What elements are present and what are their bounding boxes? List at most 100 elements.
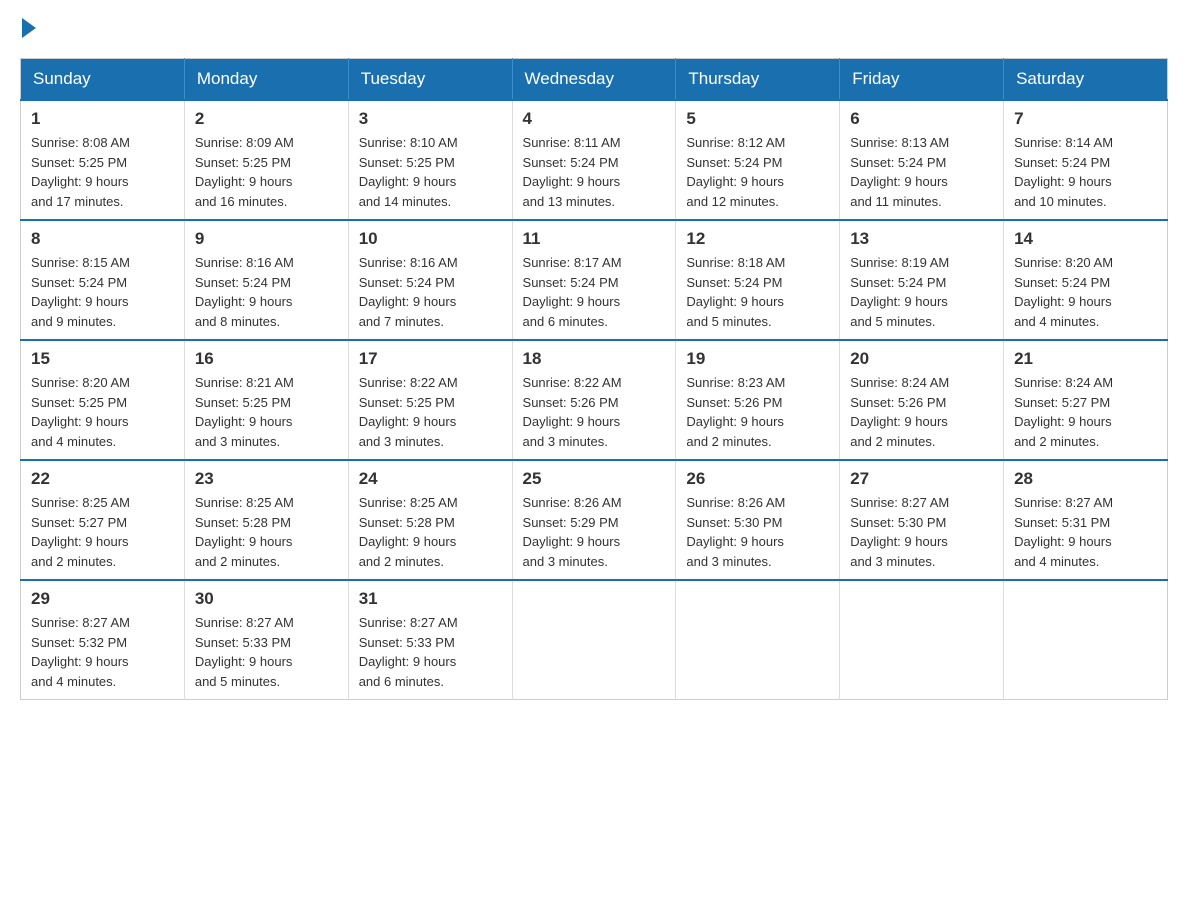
header-day-wednesday: Wednesday xyxy=(512,59,676,101)
calendar-day-cell: 20 Sunrise: 8:24 AMSunset: 5:26 PMDayligh… xyxy=(840,340,1004,460)
day-info: Sunrise: 8:15 AMSunset: 5:24 PMDaylight:… xyxy=(31,253,174,331)
day-info: Sunrise: 8:22 AMSunset: 5:25 PMDaylight:… xyxy=(359,373,502,451)
day-number: 27 xyxy=(850,469,993,489)
day-info: Sunrise: 8:27 AMSunset: 5:33 PMDaylight:… xyxy=(195,613,338,691)
calendar-table: SundayMondayTuesdayWednesdayThursdayFrid… xyxy=(20,58,1168,700)
calendar-day-cell: 7Sunrise: 8:14 AMSunset: 5:24 PMDaylight… xyxy=(1004,100,1168,220)
header-day-monday: Monday xyxy=(184,59,348,101)
day-info: Sunrise: 8:24 AMSunset: 5:27 PMDaylight:… xyxy=(1014,373,1157,451)
day-info: Sunrise: 8:22 AMSunset: 5:26 PMDaylight:… xyxy=(523,373,666,451)
calendar-day-cell: 3 Sunrise: 8:10 AMSunset: 5:25 PMDaylight… xyxy=(348,100,512,220)
day-number: 18 xyxy=(523,349,666,369)
calendar-week-row: 29Sunrise: 8:27 AMSunset: 5:32 PMDayligh… xyxy=(21,580,1168,700)
day-number: 22 xyxy=(31,469,174,489)
day-info: Sunrise: 8:17 AMSunset: 5:24 PMDaylight:… xyxy=(523,253,666,331)
day-number: 31 xyxy=(359,589,502,609)
day-number: 8 xyxy=(31,229,174,249)
header-day-thursday: Thursday xyxy=(676,59,840,101)
day-info: Sunrise: 8:12 AMSunset: 5:24 PMDaylight:… xyxy=(686,133,829,211)
day-number: 4 xyxy=(523,109,666,129)
calendar-day-cell: 6Sunrise: 8:13 AMSunset: 5:24 PMDaylight… xyxy=(840,100,1004,220)
calendar-day-cell xyxy=(840,580,1004,700)
day-info: Sunrise: 8:25 AMSunset: 5:27 PMDaylight:… xyxy=(31,493,174,571)
calendar-day-cell: 18 Sunrise: 8:22 AMSunset: 5:26 PMDayligh… xyxy=(512,340,676,460)
calendar-day-cell: 1Sunrise: 8:08 AMSunset: 5:25 PMDaylight… xyxy=(21,100,185,220)
day-number: 24 xyxy=(359,469,502,489)
calendar-day-cell: 14 Sunrise: 8:20 AMSunset: 5:24 PMDayligh… xyxy=(1004,220,1168,340)
calendar-day-cell: 31 Sunrise: 8:27 AMSunset: 5:33 PMDayligh… xyxy=(348,580,512,700)
calendar-day-cell xyxy=(512,580,676,700)
calendar-day-cell: 4Sunrise: 8:11 AMSunset: 5:24 PMDaylight… xyxy=(512,100,676,220)
calendar-day-cell: 5 Sunrise: 8:12 AMSunset: 5:24 PMDaylight… xyxy=(676,100,840,220)
day-number: 7 xyxy=(1014,109,1157,129)
calendar-day-cell: 19 Sunrise: 8:23 AMSunset: 5:26 PMDayligh… xyxy=(676,340,840,460)
logo-blue-container xyxy=(20,20,36,38)
day-number: 12 xyxy=(686,229,829,249)
day-number: 16 xyxy=(195,349,338,369)
calendar-day-cell: 28 Sunrise: 8:27 AMSunset: 5:31 PMDayligh… xyxy=(1004,460,1168,580)
calendar-day-cell: 10 Sunrise: 8:16 AMSunset: 5:24 PMDayligh… xyxy=(348,220,512,340)
day-number: 26 xyxy=(686,469,829,489)
day-number: 30 xyxy=(195,589,338,609)
calendar-day-cell: 12 Sunrise: 8:18 AMSunset: 5:24 PMDayligh… xyxy=(676,220,840,340)
calendar-day-cell: 15 Sunrise: 8:20 AMSunset: 5:25 PMDayligh… xyxy=(21,340,185,460)
calendar-day-cell: 11Sunrise: 8:17 AMSunset: 5:24 PMDayligh… xyxy=(512,220,676,340)
day-info: Sunrise: 8:24 AMSunset: 5:26 PMDaylight:… xyxy=(850,373,993,451)
day-number: 6 xyxy=(850,109,993,129)
header-day-sunday: Sunday xyxy=(21,59,185,101)
calendar-day-cell: 16 Sunrise: 8:21 AMSunset: 5:25 PMDayligh… xyxy=(184,340,348,460)
day-number: 28 xyxy=(1014,469,1157,489)
day-number: 1 xyxy=(31,109,174,129)
calendar-day-cell: 2 Sunrise: 8:09 AMSunset: 5:25 PMDaylight… xyxy=(184,100,348,220)
day-info: Sunrise: 8:09 AMSunset: 5:25 PMDaylight:… xyxy=(195,133,338,211)
day-number: 9 xyxy=(195,229,338,249)
calendar-day-cell: 24 Sunrise: 8:25 AMSunset: 5:28 PMDayligh… xyxy=(348,460,512,580)
calendar-day-cell: 9 Sunrise: 8:16 AMSunset: 5:24 PMDaylight… xyxy=(184,220,348,340)
day-number: 21 xyxy=(1014,349,1157,369)
day-info: Sunrise: 8:10 AMSunset: 5:25 PMDaylight:… xyxy=(359,133,502,211)
day-number: 15 xyxy=(31,349,174,369)
logo xyxy=(20,20,36,38)
day-info: Sunrise: 8:16 AMSunset: 5:24 PMDaylight:… xyxy=(195,253,338,331)
calendar-day-cell: 26Sunrise: 8:26 AMSunset: 5:30 PMDayligh… xyxy=(676,460,840,580)
calendar-day-cell: 22 Sunrise: 8:25 AMSunset: 5:27 PMDayligh… xyxy=(21,460,185,580)
calendar-week-row: 1Sunrise: 8:08 AMSunset: 5:25 PMDaylight… xyxy=(21,100,1168,220)
day-number: 2 xyxy=(195,109,338,129)
day-info: Sunrise: 8:16 AMSunset: 5:24 PMDaylight:… xyxy=(359,253,502,331)
day-number: 23 xyxy=(195,469,338,489)
day-info: Sunrise: 8:20 AMSunset: 5:25 PMDaylight:… xyxy=(31,373,174,451)
logo-arrow-icon xyxy=(22,18,36,38)
day-number: 25 xyxy=(523,469,666,489)
day-number: 10 xyxy=(359,229,502,249)
day-info: Sunrise: 8:27 AMSunset: 5:30 PMDaylight:… xyxy=(850,493,993,571)
day-number: 5 xyxy=(686,109,829,129)
calendar-day-cell: 30 Sunrise: 8:27 AMSunset: 5:33 PMDayligh… xyxy=(184,580,348,700)
calendar-day-cell xyxy=(1004,580,1168,700)
day-number: 17 xyxy=(359,349,502,369)
day-info: Sunrise: 8:27 AMSunset: 5:32 PMDaylight:… xyxy=(31,613,174,691)
day-number: 14 xyxy=(1014,229,1157,249)
day-info: Sunrise: 8:27 AMSunset: 5:31 PMDaylight:… xyxy=(1014,493,1157,571)
header-day-saturday: Saturday xyxy=(1004,59,1168,101)
page-header xyxy=(20,20,1168,38)
header-day-friday: Friday xyxy=(840,59,1004,101)
day-info: Sunrise: 8:23 AMSunset: 5:26 PMDaylight:… xyxy=(686,373,829,451)
day-info: Sunrise: 8:18 AMSunset: 5:24 PMDaylight:… xyxy=(686,253,829,331)
calendar-week-row: 22 Sunrise: 8:25 AMSunset: 5:27 PMDayligh… xyxy=(21,460,1168,580)
day-info: Sunrise: 8:27 AMSunset: 5:33 PMDaylight:… xyxy=(359,613,502,691)
day-info: Sunrise: 8:20 AMSunset: 5:24 PMDaylight:… xyxy=(1014,253,1157,331)
calendar-day-cell xyxy=(676,580,840,700)
calendar-day-cell: 8 Sunrise: 8:15 AMSunset: 5:24 PMDaylight… xyxy=(21,220,185,340)
header-day-tuesday: Tuesday xyxy=(348,59,512,101)
day-number: 19 xyxy=(686,349,829,369)
day-info: Sunrise: 8:25 AMSunset: 5:28 PMDaylight:… xyxy=(195,493,338,571)
day-number: 13 xyxy=(850,229,993,249)
calendar-day-cell: 17 Sunrise: 8:22 AMSunset: 5:25 PMDayligh… xyxy=(348,340,512,460)
calendar-day-cell: 21 Sunrise: 8:24 AMSunset: 5:27 PMDayligh… xyxy=(1004,340,1168,460)
day-number: 3 xyxy=(359,109,502,129)
day-info: Sunrise: 8:25 AMSunset: 5:28 PMDaylight:… xyxy=(359,493,502,571)
calendar-day-cell: 13Sunrise: 8:19 AMSunset: 5:24 PMDayligh… xyxy=(840,220,1004,340)
calendar-week-row: 8 Sunrise: 8:15 AMSunset: 5:24 PMDaylight… xyxy=(21,220,1168,340)
day-info: Sunrise: 8:21 AMSunset: 5:25 PMDaylight:… xyxy=(195,373,338,451)
day-number: 20 xyxy=(850,349,993,369)
